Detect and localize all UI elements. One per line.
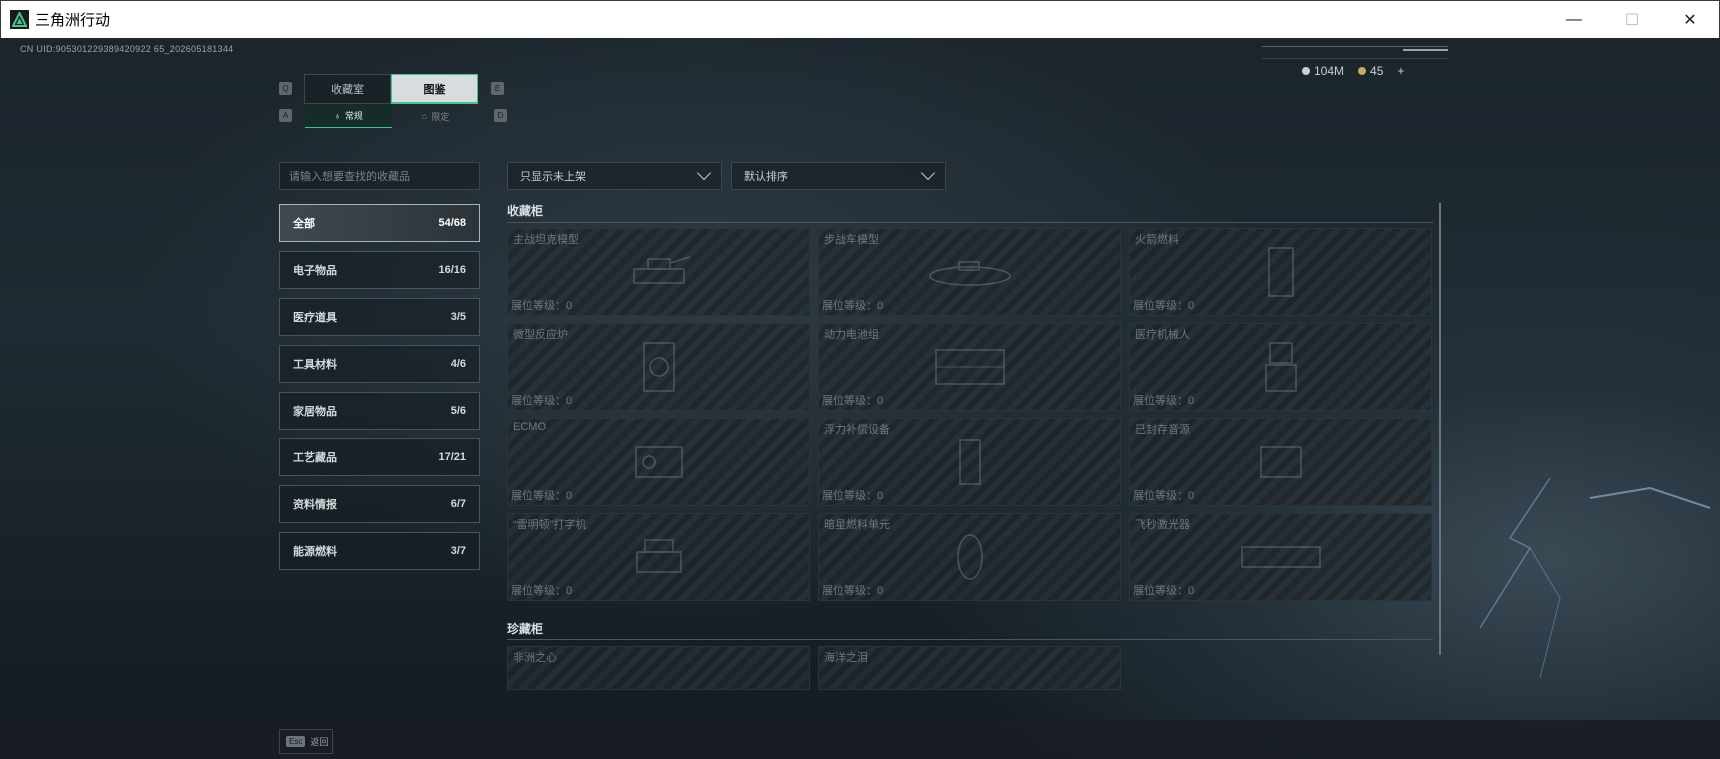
tab-collection-room[interactable]: 收藏室	[304, 74, 391, 104]
divider	[507, 222, 1433, 223]
subtab-limited[interactable]: ⌂ 限定	[392, 104, 479, 128]
show-filter-dropdown[interactable]: 只显示未上架	[507, 162, 722, 190]
game-viewport: CN UID:905301229389420922 65_20260518134…	[0, 38, 1720, 759]
minimize-button[interactable]: —	[1545, 1, 1603, 38]
close-button[interactable]: ✕	[1661, 1, 1719, 38]
collectible-card[interactable]: 火箭燃料 展位等级：0	[1129, 228, 1432, 316]
flame-icon: ♁	[334, 110, 341, 121]
section-title-treasure: 珍藏柜	[507, 622, 544, 636]
buoyancy-device-icon	[958, 439, 981, 485]
collectible-card[interactable]: 医疗机械人 展位等级：0	[1129, 323, 1432, 411]
add-currency-button[interactable]: +	[1397, 64, 1404, 78]
limited-icon: ⌂	[421, 111, 428, 121]
sort-dropdown[interactable]: 默认排序	[731, 162, 946, 190]
uid-label: CN UID:905301229389420922 65_20260518134…	[20, 44, 234, 54]
category-energy[interactable]: 能源燃料 3/7	[279, 532, 480, 570]
dark-star-fuel-icon	[956, 534, 983, 580]
divider	[507, 639, 1433, 640]
category-medical[interactable]: 医疗道具 3/5	[279, 298, 480, 336]
divider	[1262, 46, 1448, 47]
chevron-down-icon	[920, 165, 936, 181]
collectible-card[interactable]: ECMO 展位等级：0	[507, 418, 810, 506]
collectible-card[interactable]: 微型反应炉 展位等级：0	[507, 323, 810, 411]
silver-coin-icon	[1302, 66, 1310, 75]
collectible-card[interactable]: 动力电池组 展位等级：0	[818, 323, 1121, 411]
femtosecond-laser-icon	[1240, 546, 1321, 568]
search-input[interactable]: 请输入想要查找的收藏品	[279, 162, 480, 190]
divider	[1403, 49, 1448, 51]
gold-currency: 45	[1358, 64, 1383, 78]
key-hint-d: D	[494, 109, 507, 122]
app-logo-icon	[10, 10, 29, 29]
battery-pack-icon	[934, 349, 1005, 385]
game-window: 三角洲行动 — ☐ ✕ CN UID:905301229389420922 65…	[0, 0, 1720, 759]
tab-codex[interactable]: 图鉴	[391, 74, 478, 104]
collectible-card[interactable]: 主战坦克模型 展位等级：0	[507, 228, 810, 316]
sealed-audio-icon	[1259, 446, 1302, 478]
category-intel[interactable]: 资料情报 6/7	[279, 485, 480, 523]
maximize-button[interactable]: ☐	[1603, 1, 1661, 38]
typewriter-icon	[635, 539, 682, 573]
tank-model-icon	[632, 256, 690, 284]
key-hint-e: E	[491, 82, 504, 95]
key-hint-q: Q	[279, 82, 292, 95]
collectible-card[interactable]: 已封存音源 展位等级：0	[1129, 418, 1432, 506]
category-all[interactable]: 全部 54/68	[279, 204, 480, 242]
esc-key-hint: Esc	[286, 736, 306, 747]
gold-coin-icon	[1358, 66, 1367, 75]
collectible-card[interactable]: 飞秒激光器 展位等级：0	[1129, 513, 1432, 601]
lightning-background-decoration	[1479, 478, 1711, 679]
category-tools[interactable]: 工具材料 4/6	[279, 345, 480, 383]
medical-robot-icon	[1264, 342, 1297, 392]
chevron-down-icon	[696, 165, 712, 181]
collectible-card[interactable]: “雷明顿”打字机 展位等级：0	[507, 513, 810, 601]
subtab-regular[interactable]: ♁ 常规	[305, 104, 392, 128]
key-hint-a: A	[279, 109, 292, 122]
bottom-bar	[0, 720, 1720, 759]
collectible-card[interactable]: 暗星燃料单元 展位等级：0	[818, 513, 1121, 601]
window-title: 三角洲行动	[35, 12, 111, 29]
currency-bar: 104M 45 +	[1262, 58, 1448, 82]
collectible-card[interactable]: 海洋之泪	[818, 646, 1121, 690]
scrollbar[interactable]	[1439, 203, 1441, 655]
rocket-fuel-icon	[1267, 247, 1294, 297]
collectible-card[interactable]: 步战车模型 展位等级：0	[818, 228, 1121, 316]
back-button[interactable]: Esc 返回	[279, 729, 333, 754]
section-title-cabinet: 收藏柜	[507, 204, 544, 218]
category-household[interactable]: 家居物品 5/6	[279, 392, 480, 430]
micro-reactor-icon	[642, 342, 675, 392]
collectible-card[interactable]: 非洲之心	[507, 646, 810, 690]
title-bar: 三角洲行动 — ☐ ✕	[0, 0, 1720, 38]
ecmo-icon	[634, 446, 683, 478]
collectible-card[interactable]: 浮力补偿设备 展位等级：0	[818, 418, 1121, 506]
category-electronics[interactable]: 电子物品 16/16	[279, 251, 480, 289]
category-crafts[interactable]: 工艺藏品 17/21	[279, 438, 480, 476]
ifv-model-icon	[928, 261, 1011, 286]
silver-currency: 104M	[1302, 64, 1344, 78]
